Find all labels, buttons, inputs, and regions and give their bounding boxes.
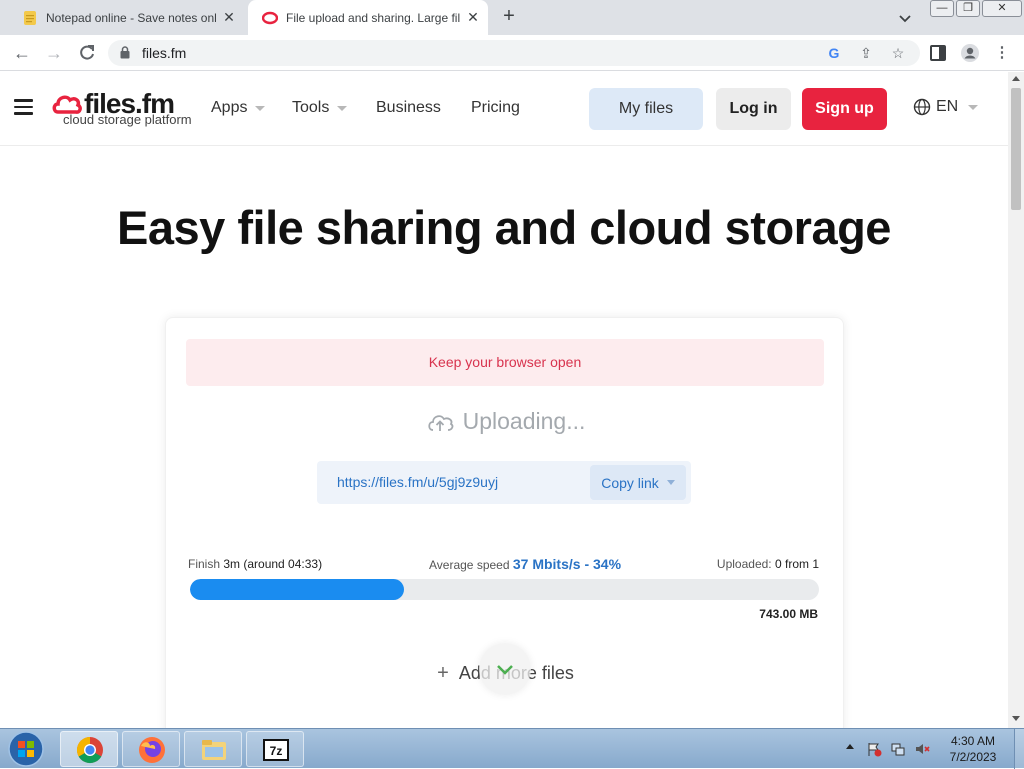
globe-icon xyxy=(913,98,931,116)
finish-label: Finish xyxy=(188,557,221,571)
reload-icon[interactable] xyxy=(77,43,97,63)
nav-business-label: Business xyxy=(376,99,441,116)
copy-link-label: Copy link xyxy=(601,474,659,491)
average-speed: Average speed 37 Mbits/s - 34% xyxy=(429,556,621,572)
nav-apps-label: Apps xyxy=(211,99,248,116)
speed-value: 37 Mbits/s - 34% xyxy=(512,556,622,572)
language-selector[interactable]: EN xyxy=(913,98,979,116)
browser-tab-filesfm[interactable]: File upload and sharing. Large fil ✕ xyxy=(248,0,488,35)
scrollbar-thumb[interactable] xyxy=(1011,88,1021,210)
share-link-url[interactable]: https://files.fm/u/5gj9z9uyj xyxy=(337,474,498,490)
tab-close-icon[interactable]: ✕ xyxy=(464,9,482,26)
nav-business[interactable]: Business xyxy=(376,99,441,117)
menu-kebab-icon[interactable]: ⋮ xyxy=(992,43,1012,63)
chevron-down-icon xyxy=(497,665,513,675)
clock-date: 7/2/2023 xyxy=(949,750,997,764)
chevron-down-icon xyxy=(666,480,675,485)
uploaded-label: Uploaded: xyxy=(716,557,772,571)
upload-progress-bar xyxy=(190,579,819,600)
window-controls: — ❐ ✕ xyxy=(928,0,1022,18)
nav-pricing[interactable]: Pricing xyxy=(471,99,520,117)
scroll-down-arrow-icon[interactable] xyxy=(1012,716,1020,721)
7zip-icon: 7z xyxy=(263,739,289,761)
tab-close-icon[interactable]: ✕ xyxy=(220,9,238,26)
network-icon[interactable] xyxy=(890,741,906,757)
profile-avatar-icon[interactable] xyxy=(960,43,980,63)
page-scrollbar[interactable] xyxy=(1008,72,1024,728)
chrome-icon xyxy=(76,736,103,764)
finish-value: 3m (around 04:33) xyxy=(223,557,323,571)
cloud-upload-icon xyxy=(427,414,453,431)
restore-icon[interactable]: ❐ xyxy=(956,0,980,17)
tab-title: File upload and sharing. Large fil xyxy=(286,10,461,25)
browser-tab-strip: Notepad online - Save notes onl ✕ File u… xyxy=(0,0,1024,35)
log-in-button[interactable]: Log in xyxy=(716,88,791,130)
scroll-up-arrow-icon[interactable] xyxy=(1012,76,1020,81)
upload-stats: Finish 3m (around 04:33) Average speed 3… xyxy=(188,556,819,573)
speed-label: Average speed xyxy=(429,558,510,572)
new-tab-plus-icon[interactable]: + xyxy=(498,6,520,28)
taskbar-7zip[interactable]: 7z xyxy=(246,731,304,767)
my-files-button[interactable]: My files xyxy=(589,88,703,130)
start-orb-icon[interactable] xyxy=(6,730,46,768)
nav-tools-label: Tools xyxy=(292,99,330,116)
upload-card: Keep your browser open Uploading... http… xyxy=(165,317,844,737)
hamburger-menu-icon[interactable] xyxy=(14,99,33,115)
volume-muted-icon[interactable] xyxy=(914,741,930,757)
close-window-icon[interactable]: ✕ xyxy=(982,0,1022,17)
clock-time: 4:30 AM xyxy=(950,734,996,748)
plus-icon: + xyxy=(437,662,449,684)
side-panel-icon[interactable] xyxy=(928,43,948,63)
nav-pricing-label: Pricing xyxy=(471,99,520,116)
address-bar[interactable]: files.fm G ⇪ ☆ xyxy=(108,40,920,66)
google-lens-icon[interactable]: G xyxy=(826,45,842,61)
share-icon[interactable]: ⇪ xyxy=(858,45,874,61)
site-header: files.fm cloud storage platform Apps Too… xyxy=(0,72,1008,146)
upload-status: Uploading... xyxy=(166,408,845,435)
show-desktop-button[interactable] xyxy=(1014,729,1024,769)
browser-toolbar: ← → files.fm G ⇪ ☆ ⋮ xyxy=(0,35,1024,71)
scroll-down-overlay-button[interactable] xyxy=(479,643,531,695)
finish-estimate: Finish 3m (around 04:33) xyxy=(188,557,322,571)
language-label: EN xyxy=(936,98,959,115)
filesfm-logo[interactable]: files.fm cloud storage platform xyxy=(52,88,192,130)
tab-title: Notepad online - Save notes onl xyxy=(46,10,217,25)
chevron-down-icon xyxy=(337,105,348,111)
upload-progress-fill xyxy=(190,579,404,600)
copy-link-button[interactable]: Copy link xyxy=(590,465,686,500)
notepad-favicon-icon xyxy=(24,10,36,25)
chevron-down-icon xyxy=(968,104,979,110)
keep-browser-open-banner: Keep your browser open xyxy=(186,339,824,386)
hero-title: Easy file sharing and cloud storage xyxy=(117,201,891,254)
taskbar-firefox[interactable] xyxy=(122,731,180,767)
nav-tools[interactable]: Tools xyxy=(292,99,348,117)
upload-status-label: Uploading... xyxy=(462,408,586,434)
show-hidden-icons-icon[interactable] xyxy=(846,744,854,749)
folder-icon xyxy=(202,740,226,760)
logo-tagline: cloud storage platform xyxy=(63,112,192,127)
uploaded-value: 0 from 1 xyxy=(774,557,819,571)
windows-taskbar: 7z 4:30 AM 7/2/2023 xyxy=(0,728,1024,769)
chevron-down-icon xyxy=(255,105,266,111)
address-url: files.fm xyxy=(142,45,187,61)
tab-search-chevron-icon[interactable] xyxy=(896,9,914,27)
browser-tab-notepad[interactable]: Notepad online - Save notes onl ✕ xyxy=(8,0,244,35)
nav-apps[interactable]: Apps xyxy=(211,99,266,117)
taskbar-explorer[interactable] xyxy=(184,731,242,767)
back-arrow-icon[interactable]: ← xyxy=(12,43,32,63)
total-size: 743.00 MB xyxy=(759,607,818,621)
minimize-icon[interactable]: — xyxy=(930,0,954,17)
uploaded-count: Uploaded: 0 from 1 xyxy=(717,557,819,571)
forward-arrow-icon[interactable]: → xyxy=(44,43,64,63)
bookmark-star-icon[interactable]: ☆ xyxy=(890,45,906,61)
action-center-flag-icon[interactable] xyxy=(866,741,882,757)
taskbar-clock[interactable]: 4:30 AM 7/2/2023 xyxy=(933,733,1013,765)
svg-text:7z: 7z xyxy=(270,744,283,758)
firefox-icon xyxy=(139,737,165,763)
sign-up-button[interactable]: Sign up xyxy=(802,88,887,130)
lock-icon[interactable] xyxy=(120,46,130,59)
filesfm-favicon-icon xyxy=(262,11,278,24)
taskbar-chrome[interactable] xyxy=(60,731,118,767)
share-link-box: https://files.fm/u/5gj9z9uyj Copy link xyxy=(317,461,691,504)
